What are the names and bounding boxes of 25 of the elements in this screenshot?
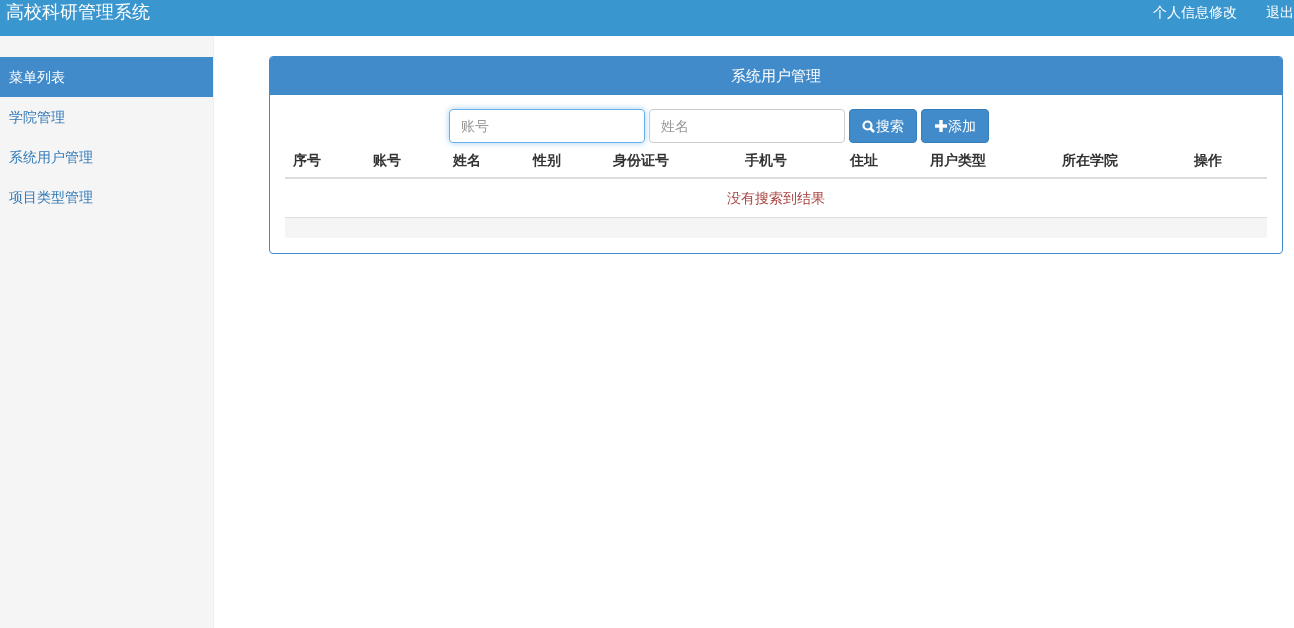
header-link[interactable]: 退出 — [1266, 2, 1294, 22]
header-link[interactable]: 个人信息修改 — [1153, 2, 1237, 22]
sidebar-item[interactable]: 系统用户管理 — [0, 137, 213, 177]
add-button[interactable]: 添加 — [921, 109, 989, 143]
column-header: 用户类型 — [930, 151, 986, 168]
sidebar-item[interactable]: 菜单列表 — [0, 57, 213, 97]
empty-message: 没有搜索到结果 — [727, 188, 825, 208]
column-header: 姓名 — [453, 151, 481, 168]
column-header: 性别 — [533, 151, 561, 168]
search-icon — [862, 119, 875, 133]
column-header: 序号 — [293, 151, 321, 168]
column-header: 账号 — [373, 151, 401, 168]
sidebar-item[interactable]: 学院管理 — [0, 97, 213, 137]
search-field[interactable]: 账号 — [449, 109, 645, 143]
column-header: 住址 — [850, 151, 878, 168]
column-header: 身份证号 — [613, 151, 669, 168]
column-header: 所在学院 — [1062, 151, 1118, 168]
column-header: 操作 — [1194, 151, 1222, 168]
sidebar-item[interactable]: 项目类型管理 — [0, 177, 213, 217]
plus-icon — [934, 120, 947, 132]
search-button[interactable]: 搜索 — [849, 109, 917, 143]
app-title: 高校科研管理系统 — [5, 0, 150, 23]
search-field[interactable]: 姓名 — [649, 109, 845, 143]
panel-title: 系统用户管理 — [731, 65, 821, 87]
column-header: 手机号 — [745, 151, 787, 168]
